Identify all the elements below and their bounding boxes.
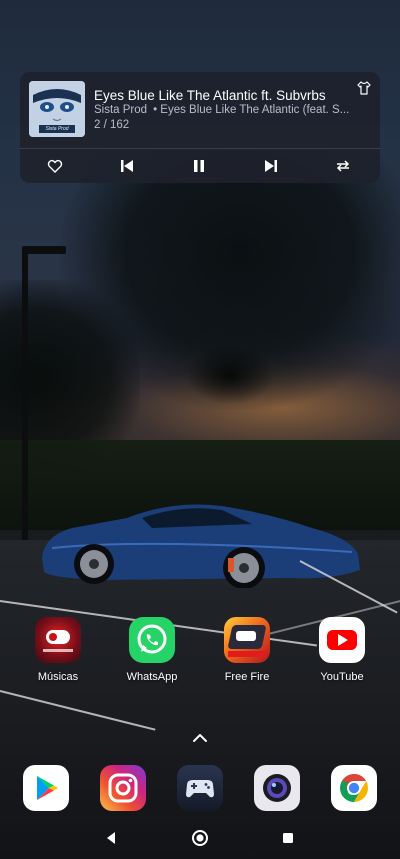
previous-icon[interactable] xyxy=(115,156,139,176)
heart-icon[interactable] xyxy=(43,156,67,176)
instagram-icon[interactable] xyxy=(100,765,146,811)
album-art-caption: Sista Prod xyxy=(45,126,69,132)
camera-icon[interactable] xyxy=(254,765,300,811)
pause-icon[interactable] xyxy=(187,156,211,176)
musicas-icon xyxy=(35,617,81,663)
album-name: • Eyes Blue Like The Atlantic (feat. S..… xyxy=(153,104,350,116)
app-label: WhatsApp xyxy=(126,671,178,683)
app-free-fire[interactable]: Free Fire xyxy=(207,617,287,683)
app-musicas[interactable]: Músicas xyxy=(18,617,98,683)
repeat-icon[interactable] xyxy=(331,156,355,176)
free-fire-icon xyxy=(224,617,270,663)
app-whatsapp[interactable]: WhatsApp xyxy=(112,617,192,683)
play-store-icon[interactable] xyxy=(23,765,69,811)
app-drawer-arrow-icon[interactable] xyxy=(189,730,211,746)
home-icon[interactable] xyxy=(188,826,212,850)
game-launcher-icon[interactable] xyxy=(177,765,223,811)
next-icon[interactable] xyxy=(259,156,283,176)
whatsapp-icon xyxy=(129,617,175,663)
song-subtitle: Sista Prod • Eyes Blue Like The Atlantic … xyxy=(94,104,372,116)
app-label: YouTube xyxy=(320,671,364,683)
music-widget[interactable]: Sista Prod Eyes Blue Like The Atlantic f… xyxy=(20,72,380,183)
track-position: 2 / 162 xyxy=(94,119,130,131)
album-art[interactable]: Sista Prod xyxy=(29,81,85,137)
shirt-icon[interactable] xyxy=(356,80,372,96)
recents-icon[interactable] xyxy=(276,826,300,850)
song-title: Eyes Blue Like The Atlantic ft. Subvrbs xyxy=(94,88,326,103)
app-label: Músicas xyxy=(37,671,79,683)
back-icon[interactable] xyxy=(99,826,123,850)
artist-name: Sista Prod xyxy=(94,104,148,116)
youtube-icon xyxy=(319,617,365,663)
chrome-icon[interactable] xyxy=(331,765,377,811)
app-youtube[interactable]: YouTube xyxy=(302,617,382,683)
divider xyxy=(20,148,380,149)
app-label: Free Fire xyxy=(224,671,270,683)
